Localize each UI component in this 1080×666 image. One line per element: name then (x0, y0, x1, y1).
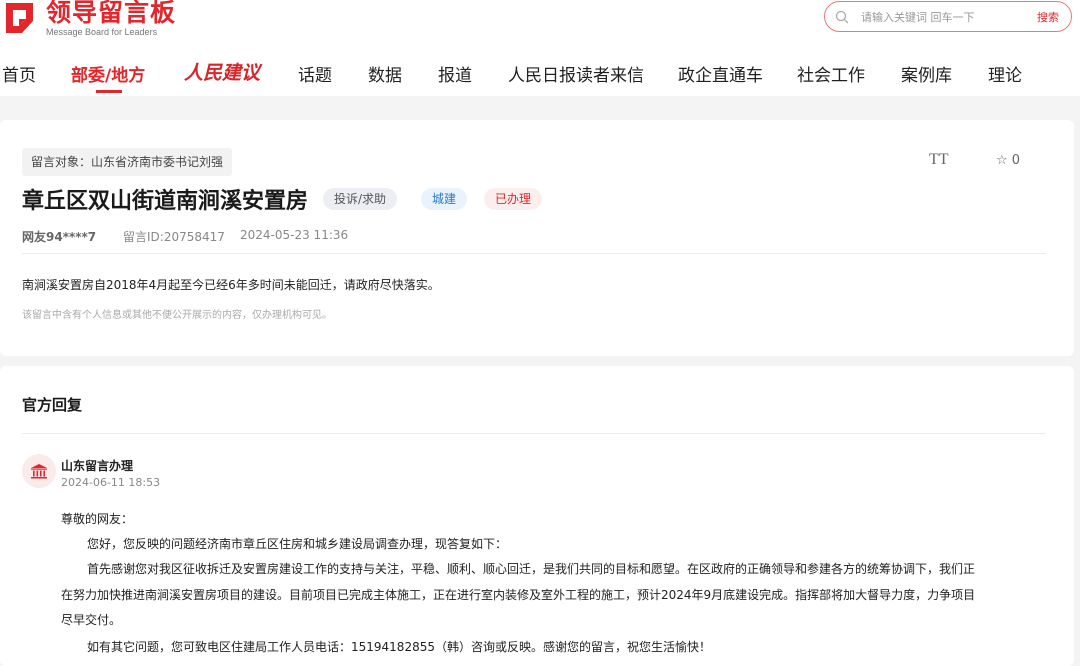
nav-item-reports[interactable]: 报道 (438, 61, 472, 86)
nav-item-ministries-local[interactable]: 部委/地方 (71, 61, 145, 86)
avatar (22, 454, 56, 488)
reply-org: 山东留言办理 (61, 459, 134, 473)
nav-item-home[interactable]: 首页 (2, 61, 36, 86)
reply-heading: 官方回复 (22, 396, 83, 414)
type-badge: 投诉/求助 (323, 188, 398, 210)
favorite-button[interactable]: ☆ 0 (996, 153, 1020, 168)
search-button[interactable]: 搜索 (1037, 9, 1059, 25)
message-content: 南涧溪安置房自2018年4月起至今已经6年多时间未能回迁，请政府尽快落实。 (22, 278, 440, 292)
reply-paragraph: 如有其它问题，您可致电区住建局工作人员电话：15194182855（韩）咨询或反… (87, 640, 711, 654)
nav-item-social-work[interactable]: 社会工作 (797, 61, 865, 86)
message-id: 留言ID:20758417 (123, 230, 225, 244)
star-icon: ☆ (996, 153, 1008, 168)
message-time: 2024-05-23 11:36 (240, 228, 349, 242)
nav-item-topics[interactable]: 话题 (298, 61, 332, 86)
nav-item-gov-enterprise[interactable]: 政企直通车 (678, 61, 763, 86)
message-target: 留言对象：山东省济南市委书记刘强 (22, 148, 233, 176)
site-logo[interactable]: 领导留言板 Message Board for Leaders (3, 0, 177, 37)
privacy-note: 该留言中含有个人信息或其他不便公开展示的内容，仅办理机构可见。 (22, 310, 332, 321)
search-input[interactable] (861, 7, 1021, 27)
reply-paragraph: 在努力加快推进南涧溪安置房项目的建设。目前项目已完成主体施工，正在进行室内装修及… (61, 588, 976, 602)
logo-title: 领导留言板 (46, 0, 177, 27)
reply-paragraph: 首先感谢您对我区征收拆迁及安置房建设工作的支持与关注，平稳、顺利、顺心回迁，是我… (87, 562, 976, 576)
divider (22, 253, 1046, 254)
reply-paragraph: 尽早交付。 (61, 613, 122, 627)
nav-active-indicator (96, 90, 122, 93)
nav-item-readers-letters[interactable]: 人民日报读者来信 (508, 61, 644, 86)
message-author: 网友94****7 (22, 230, 97, 244)
font-size-icon[interactable]: TT (929, 151, 949, 169)
logo-subtitle: Message Board for Leaders (46, 27, 158, 37)
reply-paragraph: 您好，您反映的问题经济南市章丘区住房和城乡建设局调查办理，现答复如下： (87, 537, 508, 551)
main-nav: 首页 部委/地方 话题 数据 报道 人民日报读者来信 政企直通车 社会工作 案例… (0, 48, 1080, 96)
reply-time: 2024-06-11 18:53 (61, 476, 161, 489)
favorite-count: 0 (1011, 153, 1021, 168)
nav-item-case-library[interactable]: 案例库 (901, 61, 952, 86)
category-badge: 城建 (421, 188, 468, 210)
reply-card: 官方回复 山东留言办理 2024-06-11 18:53 尊敬的网友： 您好，您… (0, 366, 1074, 666)
divider (22, 433, 1046, 434)
status-badge: 已办理 (484, 188, 543, 210)
message-card: 留言对象：山东省济南市委书记刘强 TT ☆ 0 章丘区双山街道南涧溪安置房 投诉… (0, 120, 1074, 356)
bank-icon (31, 464, 47, 479)
nav-item-theory[interactable]: 理论 (988, 61, 1022, 86)
logo-mark-icon (6, 3, 33, 33)
reply-greeting: 尊敬的网友： (61, 512, 134, 526)
nav-item-data[interactable]: 数据 (368, 61, 402, 86)
message-title: 章丘区双山街道南涧溪安置房 (22, 189, 309, 214)
search-box: 搜索 (824, 1, 1072, 32)
search-icon (835, 10, 849, 24)
nav-item-peoples-suggestions[interactable]: 人民建议 (184, 58, 260, 85)
